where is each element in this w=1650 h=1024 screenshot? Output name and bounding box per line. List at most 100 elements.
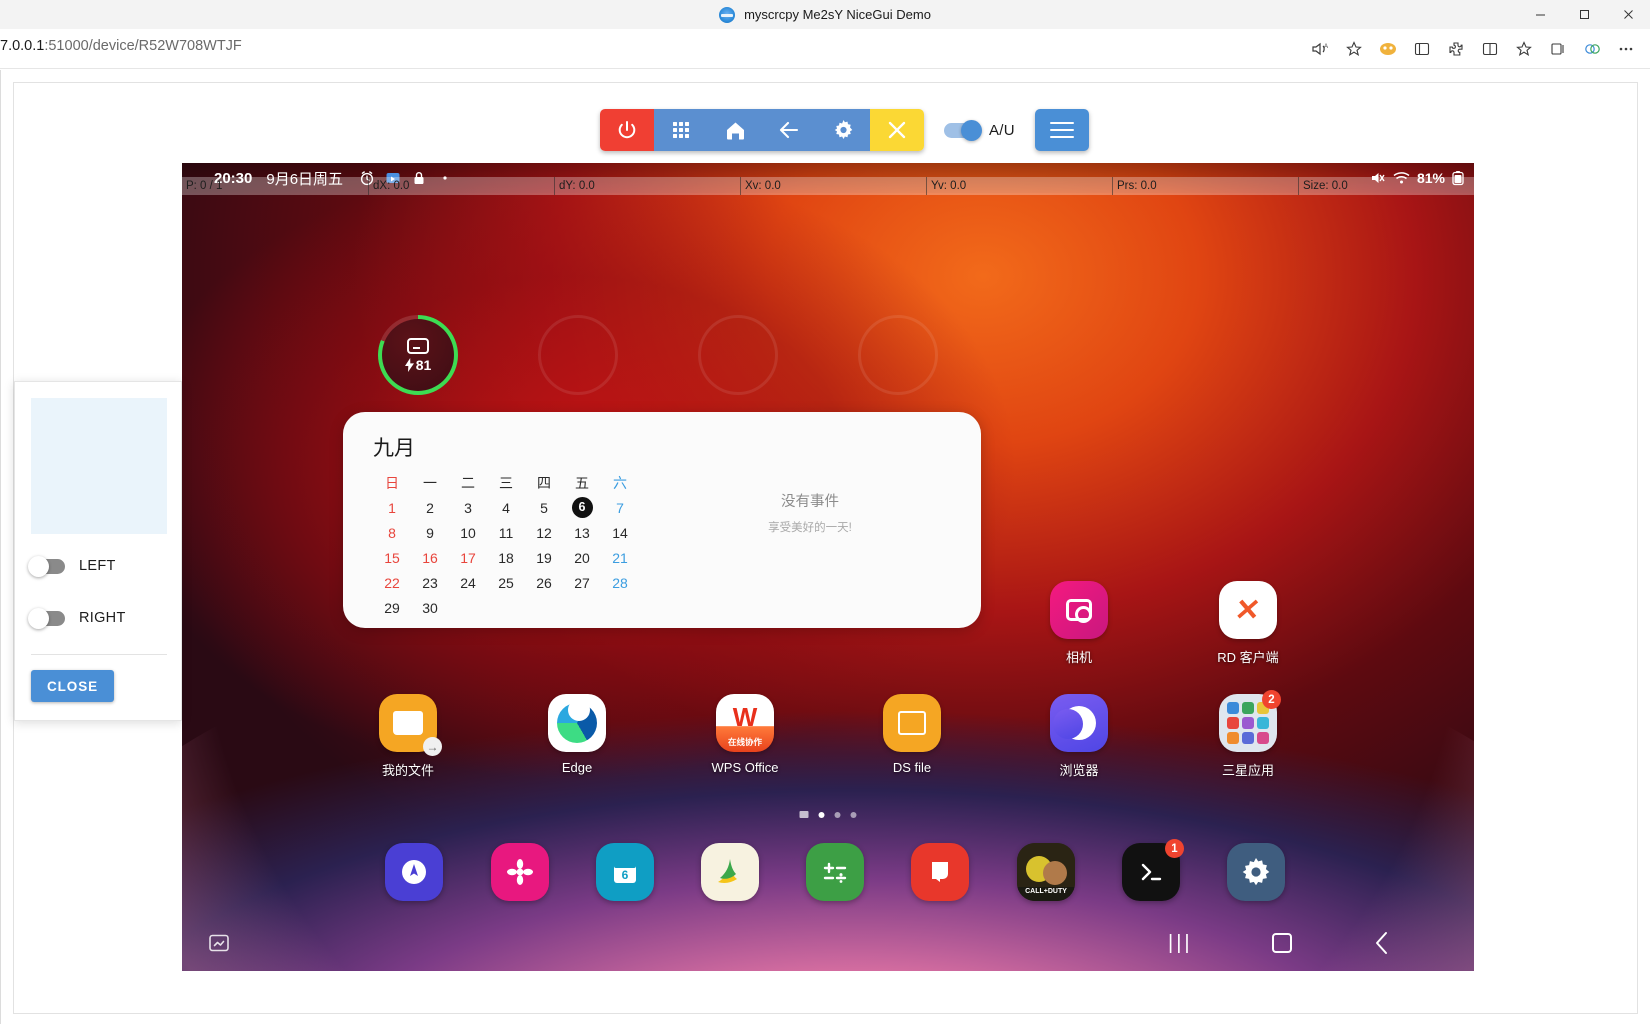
home-button[interactable]: [708, 109, 762, 151]
app-edge[interactable]: Edge: [529, 694, 625, 775]
day-cell[interactable]: 11: [487, 520, 525, 545]
calendar-week-row: 22 23 24 25 26 27 28: [373, 570, 639, 595]
left-switch-row[interactable]: LEFT: [28, 555, 116, 577]
app-samsung-internet[interactable]: 浏览器: [1031, 694, 1127, 779]
apps-button[interactable]: [654, 109, 708, 151]
power-button[interactable]: [600, 109, 654, 151]
day-cell[interactable]: 9: [411, 520, 449, 545]
empty-ring-2[interactable]: [538, 315, 618, 395]
day-cell[interactable]: 5: [525, 495, 563, 520]
right-switch-row[interactable]: RIGHT: [28, 607, 126, 629]
calendar-widget[interactable]: 九月 日 一 二 三 四 五 六 1 2 3 4 5 6 7 8 9 10 11…: [343, 412, 981, 628]
app-my-files[interactable]: → 我的文件: [360, 694, 456, 779]
day-cell[interactable]: 3: [449, 495, 487, 520]
day-cell[interactable]: 13: [563, 520, 601, 545]
app-samsung-apps-folder[interactable]: 2 三星应用: [1200, 690, 1296, 779]
day-cell[interactable]: 1: [373, 495, 411, 520]
close-panel-button[interactable]: CLOSE: [31, 670, 115, 702]
day-cell[interactable]: 24: [449, 570, 487, 595]
day-cell[interactable]: 14: [601, 520, 639, 545]
day-cell[interactable]: 20: [563, 545, 601, 570]
home-page-icon[interactable]: [799, 811, 809, 818]
day-cell[interactable]: 12: [525, 520, 563, 545]
day-cell[interactable]: 22: [373, 570, 411, 595]
day-cell[interactable]: 17: [449, 545, 487, 570]
recents-icon: |||: [1168, 931, 1193, 954]
svg-text:6: 6: [622, 868, 629, 882]
right-switch[interactable]: [28, 607, 65, 629]
battery-ring-widget[interactable]: 81: [378, 315, 458, 395]
day-cell[interactable]: 27: [563, 570, 601, 595]
day-cell[interactable]: 2: [411, 495, 449, 520]
dock-app-calendar[interactable]: 6: [596, 843, 654, 901]
control-button-group: [600, 109, 924, 151]
day-cell[interactable]: 4: [487, 495, 525, 520]
nav-home-button[interactable]: [1272, 933, 1292, 953]
day-cell[interactable]: 28: [601, 570, 639, 595]
day-cell[interactable]: 15: [373, 545, 411, 570]
dock-app-calculator[interactable]: [806, 843, 864, 901]
day-cell[interactable]: 25: [487, 570, 525, 595]
favorites-icon[interactable]: [1508, 34, 1540, 64]
collections-panel-icon[interactable]: [1542, 34, 1574, 64]
day-cell[interactable]: 10: [449, 520, 487, 545]
app-camera[interactable]: 相机: [1031, 581, 1127, 666]
day-cell: [563, 595, 601, 620]
dock-app-music[interactable]: [701, 843, 759, 901]
nav-back-button[interactable]: [1374, 930, 1390, 956]
browser-essentials-icon[interactable]: [1576, 34, 1608, 64]
close-stream-button[interactable]: [870, 109, 924, 151]
card-divider: [31, 654, 167, 655]
nav-recents-button[interactable]: |||: [1168, 932, 1193, 955]
day-cell[interactable]: 23: [411, 570, 449, 595]
extensions-icon[interactable]: [1440, 34, 1472, 64]
close-window-button[interactable]: [1606, 0, 1650, 29]
app-wps-office[interactable]: W 在线协作 WPS Office: [697, 694, 793, 775]
day-cell[interactable]: 18: [487, 545, 525, 570]
left-switch-knob: [28, 555, 49, 577]
day-cell[interactable]: 7: [601, 495, 639, 520]
day-cell[interactable]: 16: [411, 545, 449, 570]
read-aloud-icon[interactable]: A: [1304, 34, 1336, 64]
empty-ring-4[interactable]: [858, 315, 938, 395]
dock-app-call-of-duty[interactable]: CALL+DUTY: [1017, 843, 1075, 901]
day-cell[interactable]: 8: [373, 520, 411, 545]
page-dot-active[interactable]: [818, 811, 825, 818]
empty-ring-3[interactable]: [698, 315, 778, 395]
settings-more-icon[interactable]: [1610, 34, 1642, 64]
nav-screenshot-button[interactable]: [208, 932, 230, 959]
back-button[interactable]: [762, 109, 816, 151]
page-dot[interactable]: [834, 811, 841, 818]
maximize-button[interactable]: [1562, 0, 1606, 29]
au-switch[interactable]: [944, 119, 982, 141]
app-rd-client[interactable]: ✕ RD 客户端: [1200, 581, 1296, 666]
side-control-card: LEFT RIGHT CLOSE: [14, 381, 182, 721]
dock-app-gallery[interactable]: [491, 843, 549, 901]
day-cell[interactable]: 26: [525, 570, 563, 595]
dock-app-notes[interactable]: [911, 843, 969, 901]
favorite-star-icon[interactable]: [1338, 34, 1370, 64]
hamburger-menu-icon[interactable]: [1034, 109, 1089, 151]
device-screen[interactable]: 20:30 9月6日周五 81% P: 0 / 1 dX: 0.0 dY: 0.…: [182, 163, 1474, 971]
au-toggle[interactable]: A/U: [944, 119, 1015, 141]
calendar-week-row: 1 2 3 4 5 6 7: [373, 495, 639, 520]
collections-icon[interactable]: [1372, 34, 1404, 64]
browser-tab[interactable]: myscrcpy Me2sY NiceGui Demo: [719, 6, 931, 23]
dock-app-settings[interactable]: [1227, 843, 1285, 901]
dock-app-terminal[interactable]: 1: [1122, 839, 1184, 901]
day-cell[interactable]: 19: [525, 545, 563, 570]
minimize-button[interactable]: [1518, 0, 1562, 29]
page-dot[interactable]: [850, 811, 857, 818]
day-cell-today[interactable]: 6: [563, 495, 601, 520]
day-cell[interactable]: 30: [411, 595, 449, 620]
dock-app-phone[interactable]: [385, 843, 443, 901]
split-screen-icon[interactable]: [1474, 34, 1506, 64]
settings-button[interactable]: [816, 109, 870, 151]
address-bar[interactable]: 7.0.0.1:51000/device/R52W708WTJF: [0, 38, 242, 54]
day-cell[interactable]: 21: [601, 545, 639, 570]
vertical-tabs-icon[interactable]: [1406, 34, 1438, 64]
app-ds-file[interactable]: DS file: [864, 694, 960, 775]
day-cell[interactable]: 29: [373, 595, 411, 620]
music-app-icon: [718, 859, 737, 883]
left-switch[interactable]: [28, 555, 65, 577]
